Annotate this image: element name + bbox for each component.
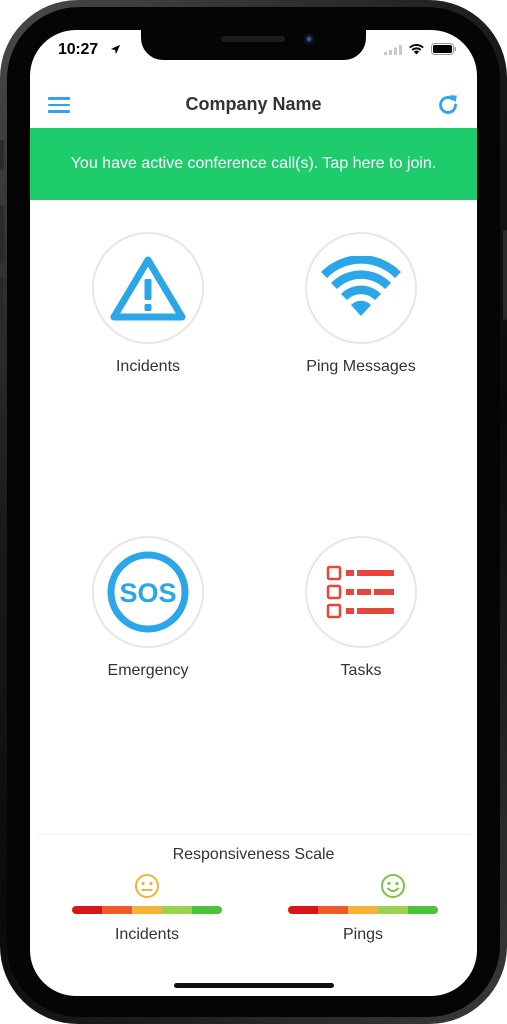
emergency-icon-circle: SOS [92,536,204,648]
incidents-icon-circle [92,232,204,344]
app-screen: 10:27 Company Name You have active confe… [30,30,477,996]
earpiece-speaker [221,36,285,42]
scale-segment-high [162,906,192,914]
conference-call-banner[interactable]: You have active conference call(s). Tap … [30,128,477,200]
mute-switch [0,140,4,170]
home-indicator[interactable] [174,983,334,988]
banner-text: You have active conference call(s). Tap … [70,155,437,172]
scale-segment-high [378,906,408,914]
neutral-face-icon [135,874,159,898]
refresh-icon[interactable] [435,92,461,118]
scale-segment-medium [132,906,162,914]
emergency-label: Emergency [107,662,189,679]
battery-icon [431,43,457,55]
device-notch [141,30,366,60]
incidents-scale-label: Incidents [114,926,180,943]
power-button [503,230,507,320]
page-title: Company Name [185,94,322,114]
ping-messages-tile[interactable]: Ping Messages [286,232,436,376]
pings-responsiveness-scale: Pings [288,874,438,944]
status-time: 10:27 [58,41,98,58]
volume-up-button [0,205,4,263]
checklist-icon [326,565,394,619]
navigation-bar: Company Name [30,86,477,128]
wifi-icon [409,44,424,55]
ping-messages-label: Ping Messages [306,358,416,375]
tasks-tile[interactable]: Tasks [286,536,436,680]
incidents-scale-bar [72,906,222,914]
incidents-tile[interactable]: Incidents [73,232,223,376]
scale-segment-low [102,906,132,914]
sos-icon: SOS [107,551,189,633]
scale-segment-very-low [288,906,318,914]
pings-scale-label: Pings [342,926,384,943]
tasks-icon-circle [305,536,417,648]
wifi-signal-icon [321,256,401,316]
incidents-responsiveness-scale: Incidents [72,874,222,944]
section-divider [38,834,469,835]
scale-segment-very-high [192,906,222,914]
incidents-label: Incidents [115,358,181,375]
responsiveness-scale-title: Responsiveness Scale [172,846,335,863]
location-arrow-icon [110,44,121,55]
smiling-face-icon [381,874,405,898]
tasks-label: Tasks [340,662,382,679]
svg-text:SOS: SOS [119,578,176,608]
signal-icon [384,44,402,55]
warning-triangle-icon [110,256,186,321]
scale-segment-low [318,906,348,914]
emergency-tile[interactable]: SOS Emergency [73,536,223,680]
status-icons [384,43,457,55]
volume-down-button [0,278,4,336]
pings-scale-bar [288,906,438,914]
ping-messages-icon-circle [305,232,417,344]
front-camera [303,33,315,45]
scale-segment-medium [348,906,378,914]
scale-segment-very-low [72,906,102,914]
scale-segment-very-high [408,906,438,914]
